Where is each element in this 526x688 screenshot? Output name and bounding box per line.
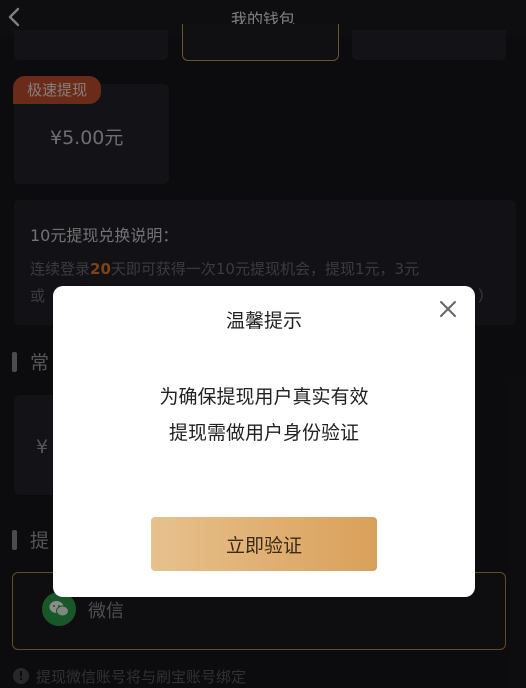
dialog-title: 温馨提示 <box>225 310 302 332</box>
verification-dialog: 温馨提示 为确保提现用户真实有效 提现需做用户身份验证 立即验证 <box>53 286 475 597</box>
dialog-message-line-2: 提现需做用户身份验证 <box>168 422 359 444</box>
verify-now-button[interactable]: 立即验证 <box>151 517 377 571</box>
dialog-message-line-1: 为确保提现用户真实有效 <box>159 386 369 408</box>
close-icon[interactable] <box>436 297 460 321</box>
